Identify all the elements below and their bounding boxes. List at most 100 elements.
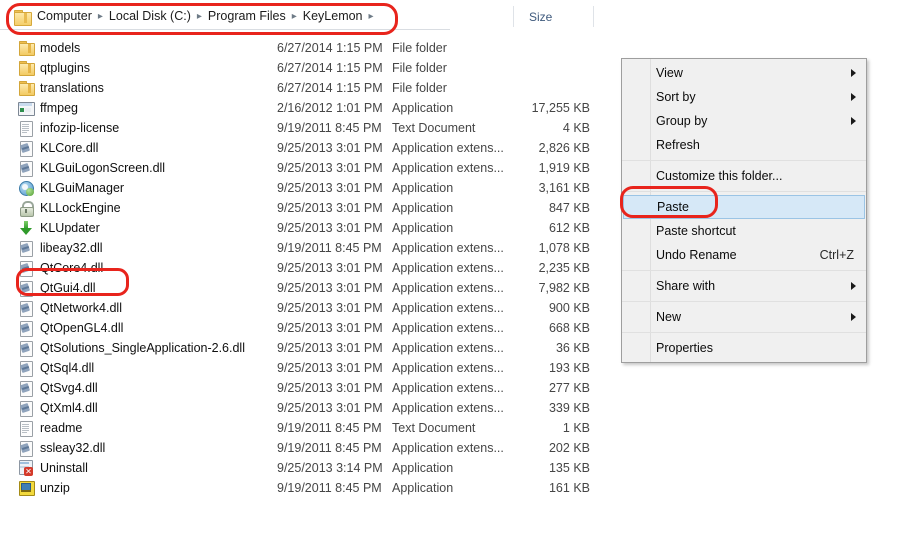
column-divider[interactable]: [513, 6, 514, 27]
folder-icon: [18, 40, 35, 56]
file-row[interactable]: translations 6/27/2014 1:15 PM File folder: [0, 78, 610, 98]
file-name[interactable]: qtplugins: [40, 58, 90, 78]
file-row[interactable]: QtCore4.dll 9/25/2013 3:01 PM Application …: [0, 258, 610, 278]
file-row[interactable]: ssleay32.dll 9/19/2011 8:45 PM Application…: [0, 438, 610, 458]
file-row[interactable]: QtGui4.dll 9/25/2013 3:01 PM Application e…: [0, 278, 610, 298]
dll-icon: [18, 300, 34, 317]
file-name[interactable]: QtCore4.dll: [40, 258, 103, 278]
file-type: Application: [392, 221, 454, 235]
file-row[interactable]: libeay32.dll 9/19/2011 8:45 PM Application…: [0, 238, 610, 258]
file-row[interactable]: readme 9/19/2011 8:45 PM Text Document 1 KB: [0, 418, 610, 438]
file-row[interactable]: QtNetwork4.dll 9/25/2013 3:01 PM Applicati…: [0, 298, 610, 318]
file-row[interactable]: KLLockEngine 9/25/2013 3:01 PM Application…: [0, 198, 610, 218]
file-date: 9/19/2011 8:45 PM: [277, 481, 382, 495]
file-row[interactable]: QtOpenGL4.dll 9/25/2013 3:01 PM Applicatio…: [0, 318, 610, 338]
column-header-bar: Size: [450, 4, 610, 29]
file-name[interactable]: QtSolutions_SingleApplication-2.6.dll: [40, 338, 245, 358]
down-arrow-icon: [18, 220, 34, 236]
file-name[interactable]: QtSvg4.dll: [40, 378, 98, 398]
file-row[interactable]: KLGuiLogonScreen.dll 9/25/2013 3:01 PM App…: [0, 158, 610, 178]
menu-item-label: Paste shortcut: [656, 224, 736, 238]
dll-icon: [18, 280, 34, 297]
file-date: 9/25/2013 3:01 PM: [277, 281, 383, 295]
explorer-window: Computer ▸ Local Disk (C:) ▸ Program Files ▸ K…: [0, 0, 899, 552]
file-name[interactable]: KLUpdater: [40, 218, 100, 238]
file-name[interactable]: infozip-license: [40, 118, 119, 138]
file-date: 6/27/2014 1:15 PM: [277, 81, 383, 95]
menu-item-refresh[interactable]: Refresh: [622, 133, 866, 157]
breadcrumb-separator-icon[interactable]: ▸: [287, 11, 302, 22]
file-row[interactable]: QtSvg4.dll 9/25/2013 3:01 PM Application e…: [0, 378, 610, 398]
unzip-icon: [18, 480, 35, 496]
file-name[interactable]: KLGuiLogonScreen.dll: [40, 158, 165, 178]
menu-item-share-with[interactable]: Share with: [622, 274, 866, 298]
file-type: Application: [392, 101, 454, 115]
file-size: 612 KB: [548, 221, 590, 235]
file-date: 6/27/2014 1:15 PM: [277, 41, 383, 55]
context-menu[interactable]: View Sort by Group by Refresh Customize this…: [621, 58, 867, 363]
file-row[interactable]: QtXml4.dll 9/25/2013 3:01 PM Application e…: [0, 398, 610, 418]
file-name[interactable]: QtSql4.dll: [40, 358, 94, 378]
text-document-icon: [18, 420, 34, 437]
menu-item-sort-by[interactable]: Sort by: [622, 85, 866, 109]
file-row[interactable]: QtSolutions_SingleApplication-2.6.dll 9/2…: [0, 338, 610, 358]
file-name[interactable]: QtNetwork4.dll: [40, 298, 122, 318]
file-name[interactable]: QtGui4.dll: [40, 278, 96, 298]
file-row[interactable]: qtplugins 6/27/2014 1:15 PM File folder: [0, 58, 610, 78]
file-name[interactable]: unzip: [40, 478, 70, 498]
file-name[interactable]: KLCore.dll: [40, 138, 98, 158]
file-name[interactable]: ffmpeg: [40, 98, 78, 118]
breadcrumb-segment-0[interactable]: Computer: [36, 9, 93, 23]
file-row[interactable]: KLCore.dll 9/25/2013 3:01 PM Application e…: [0, 138, 610, 158]
address-bar[interactable]: Computer ▸ Local Disk (C:) ▸ Program Files ▸ K…: [0, 4, 450, 30]
file-date: 9/25/2013 3:01 PM: [277, 181, 383, 195]
file-row[interactable]: QtSql4.dll 9/25/2013 3:01 PM Application e…: [0, 358, 610, 378]
file-name[interactable]: libeay32.dll: [40, 238, 103, 258]
menu-item-accelerator: Ctrl+Z: [819, 248, 854, 262]
file-list[interactable]: models 6/27/2014 1:15 PM File folder qtplug…: [0, 38, 610, 498]
menu-item-paste[interactable]: Paste: [623, 195, 865, 219]
file-size: 1,078 KB: [538, 241, 590, 255]
file-name[interactable]: readme: [40, 418, 82, 438]
file-name[interactable]: models: [40, 38, 80, 58]
file-row[interactable]: ffmpeg 2/16/2012 1:01 PM Application 17,255…: [0, 98, 610, 118]
menu-item-customize-this-folder[interactable]: Customize this folder...: [622, 164, 866, 188]
menu-item-undo-rename[interactable]: Undo Rename Ctrl+Z: [622, 243, 866, 267]
file-size: 277 KB: [548, 381, 590, 395]
menu-item-view[interactable]: View: [622, 61, 866, 85]
file-name[interactable]: translations: [40, 78, 104, 98]
file-size: 339 KB: [548, 401, 590, 415]
file-row[interactable]: unzip 9/19/2011 8:45 PM Application 161 KB: [0, 478, 610, 498]
file-row[interactable]: KLGuiManager 9/25/2013 3:01 PM Application…: [0, 178, 610, 198]
file-row[interactable]: models 6/27/2014 1:15 PM File folder: [0, 38, 610, 58]
breadcrumb[interactable]: Computer ▸ Local Disk (C:) ▸ Program Files ▸ K…: [36, 9, 379, 23]
breadcrumb-segment-2[interactable]: Program Files: [207, 9, 287, 23]
file-row[interactable]: ✕ Uninstall 9/25/2013 3:14 PM Application 13…: [0, 458, 610, 478]
breadcrumb-separator-icon[interactable]: ▸: [364, 11, 379, 22]
file-date: 9/19/2011 8:45 PM: [277, 441, 382, 455]
column-header-size[interactable]: Size: [529, 10, 552, 24]
file-row[interactable]: infozip-license 9/19/2011 8:45 PM Text Doc…: [0, 118, 610, 138]
file-size: 900 KB: [548, 301, 590, 315]
file-name[interactable]: KLGuiManager: [40, 178, 124, 198]
breadcrumb-segment-3[interactable]: KeyLemon: [302, 9, 364, 23]
file-name[interactable]: KLLockEngine: [40, 198, 121, 218]
folder-icon: [18, 80, 35, 96]
menu-item-paste-shortcut[interactable]: Paste shortcut: [622, 219, 866, 243]
file-name[interactable]: QtOpenGL4.dll: [40, 318, 123, 338]
submenu-arrow-icon: [851, 69, 856, 77]
file-size: 1,919 KB: [538, 161, 590, 175]
file-name[interactable]: QtXml4.dll: [40, 398, 98, 418]
file-name[interactable]: Uninstall: [40, 458, 88, 478]
file-name[interactable]: ssleay32.dll: [40, 438, 105, 458]
breadcrumb-segment-1[interactable]: Local Disk (C:): [108, 9, 192, 23]
menu-item-properties[interactable]: Properties: [622, 336, 866, 360]
file-row[interactable]: KLUpdater 9/25/2013 3:01 PM Application 612…: [0, 218, 610, 238]
menu-item-new[interactable]: New: [622, 305, 866, 329]
breadcrumb-separator-icon[interactable]: ▸: [93, 11, 108, 22]
file-size: 161 KB: [548, 481, 590, 495]
breadcrumb-separator-icon[interactable]: ▸: [192, 11, 207, 22]
column-divider[interactable]: [593, 6, 594, 27]
file-date: 6/27/2014 1:15 PM: [277, 61, 383, 75]
menu-item-group-by[interactable]: Group by: [622, 109, 866, 133]
